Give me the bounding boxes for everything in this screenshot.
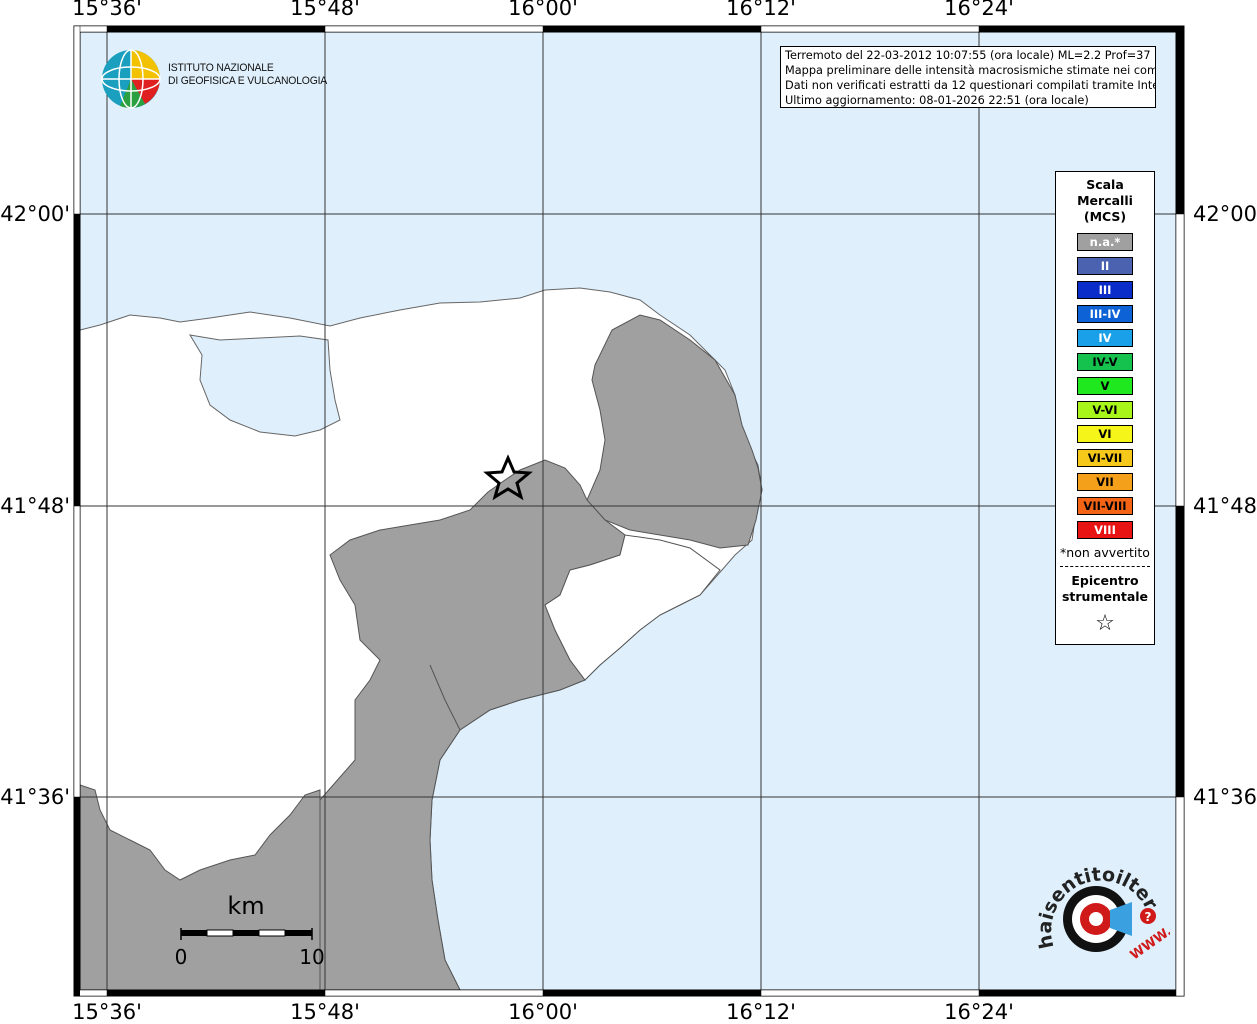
legend-swatch-6: V [1077,377,1133,395]
ingv-name-line2: DI GEOFISICA E VULCANOLOGIA [168,75,328,87]
event-info-line2: Mappa preliminare delle intensità macros… [785,64,1156,77]
hst-logo-url: WWW. [1128,924,1170,963]
tick-bottom-3: 16°00' [508,1000,578,1024]
scalebar-max: 10 [299,945,324,968]
scale-bar: km 0 10 [175,892,325,968]
legend-swatch-8: VI [1077,425,1133,443]
legend-swatch-9: VI-VII [1077,449,1133,467]
tick-right-2: 41°48' [1193,494,1257,518]
legend-divider [1060,566,1150,567]
event-info-line3: Dati non verificati estratti da 12 quest… [785,79,1156,92]
event-info-box: Terremoto del 22-03-2012 10:07:55 (ora l… [780,46,1156,108]
tick-left-3: 41°36' [0,785,70,809]
globe-icon [101,49,161,109]
tick-top-4: 16°12' [726,0,796,20]
tick-bottom-4: 16°12' [726,1000,796,1024]
hst-logo: haisentitoilterremoto.it ? WWW. [1030,852,1170,963]
legend-title-line1: Scala [1086,177,1124,192]
legend-swatch-10: VII [1077,473,1133,491]
legend-swatch-3: III-IV [1077,305,1133,323]
tick-top-5: 16°24' [944,0,1014,20]
tick-left-2: 41°48' [0,494,70,518]
event-info-line1: Terremoto del 22-03-2012 10:07:55 (ora l… [785,49,1156,62]
svg-text:?: ? [1145,910,1152,924]
tick-bottom-1: 15°36' [72,1000,142,1024]
tick-top-3: 16°00' [508,0,578,20]
legend-epicentre-line1: Epicentro [1071,573,1139,588]
legend-swatch-1: II [1077,257,1133,275]
ingv-name-line1: ISTITUTO NAZIONALE [168,62,274,74]
intensity-legend: Scala Mercalli (MCS) n.a.* II III III-IV IV I… [1055,171,1155,645]
legend-swatch-2: III [1077,281,1133,299]
tick-left-1: 42°00' [0,202,70,226]
scalebar-min: 0 [175,945,188,968]
tick-right-3: 41°36' [1193,785,1257,809]
tick-right-1: 42°00' [1193,202,1257,226]
legend-swatch-5: IV-V [1077,353,1133,371]
legend-epicentre-label: Epicentro strumentale [1056,573,1154,605]
event-info-line4: Ultimo aggiornamento: 08-01-2026 22:51 (… [785,94,1089,107]
tick-bottom-2: 15°48' [290,1000,360,1024]
legend-swatch-11: VII-VIII [1077,497,1133,515]
legend-swatch-12: VIII [1077,521,1133,539]
legend-star-icon: ☆ [1095,611,1115,636]
legend-swatch-0: n.a.* [1077,233,1133,251]
legend-swatch-4: IV [1077,329,1133,347]
tick-bottom-5: 16°24' [944,1000,1014,1024]
legend-title: Scala Mercalli (MCS) [1056,177,1154,225]
tick-top-2: 15°48' [290,0,360,20]
scalebar-unit: km [227,892,264,920]
legend-swatch-7: V-VI [1077,401,1133,419]
legend-note: *non avvertito [1060,545,1150,560]
tick-top-1: 15°36' [72,0,142,20]
legend-epicentre-line2: strumentale [1061,589,1149,604]
legend-title-line2: Mercalli [1077,193,1133,208]
ingv-logo: ISTITUTO NAZIONALE DI GEOFISICA E VULCAN… [100,48,340,112]
legend-title-line3: (MCS) [1083,209,1127,224]
legend-swatches: n.a.* II III III-IV IV IV-V V V-VI VI VI-VII VII VI… [1056,233,1154,539]
